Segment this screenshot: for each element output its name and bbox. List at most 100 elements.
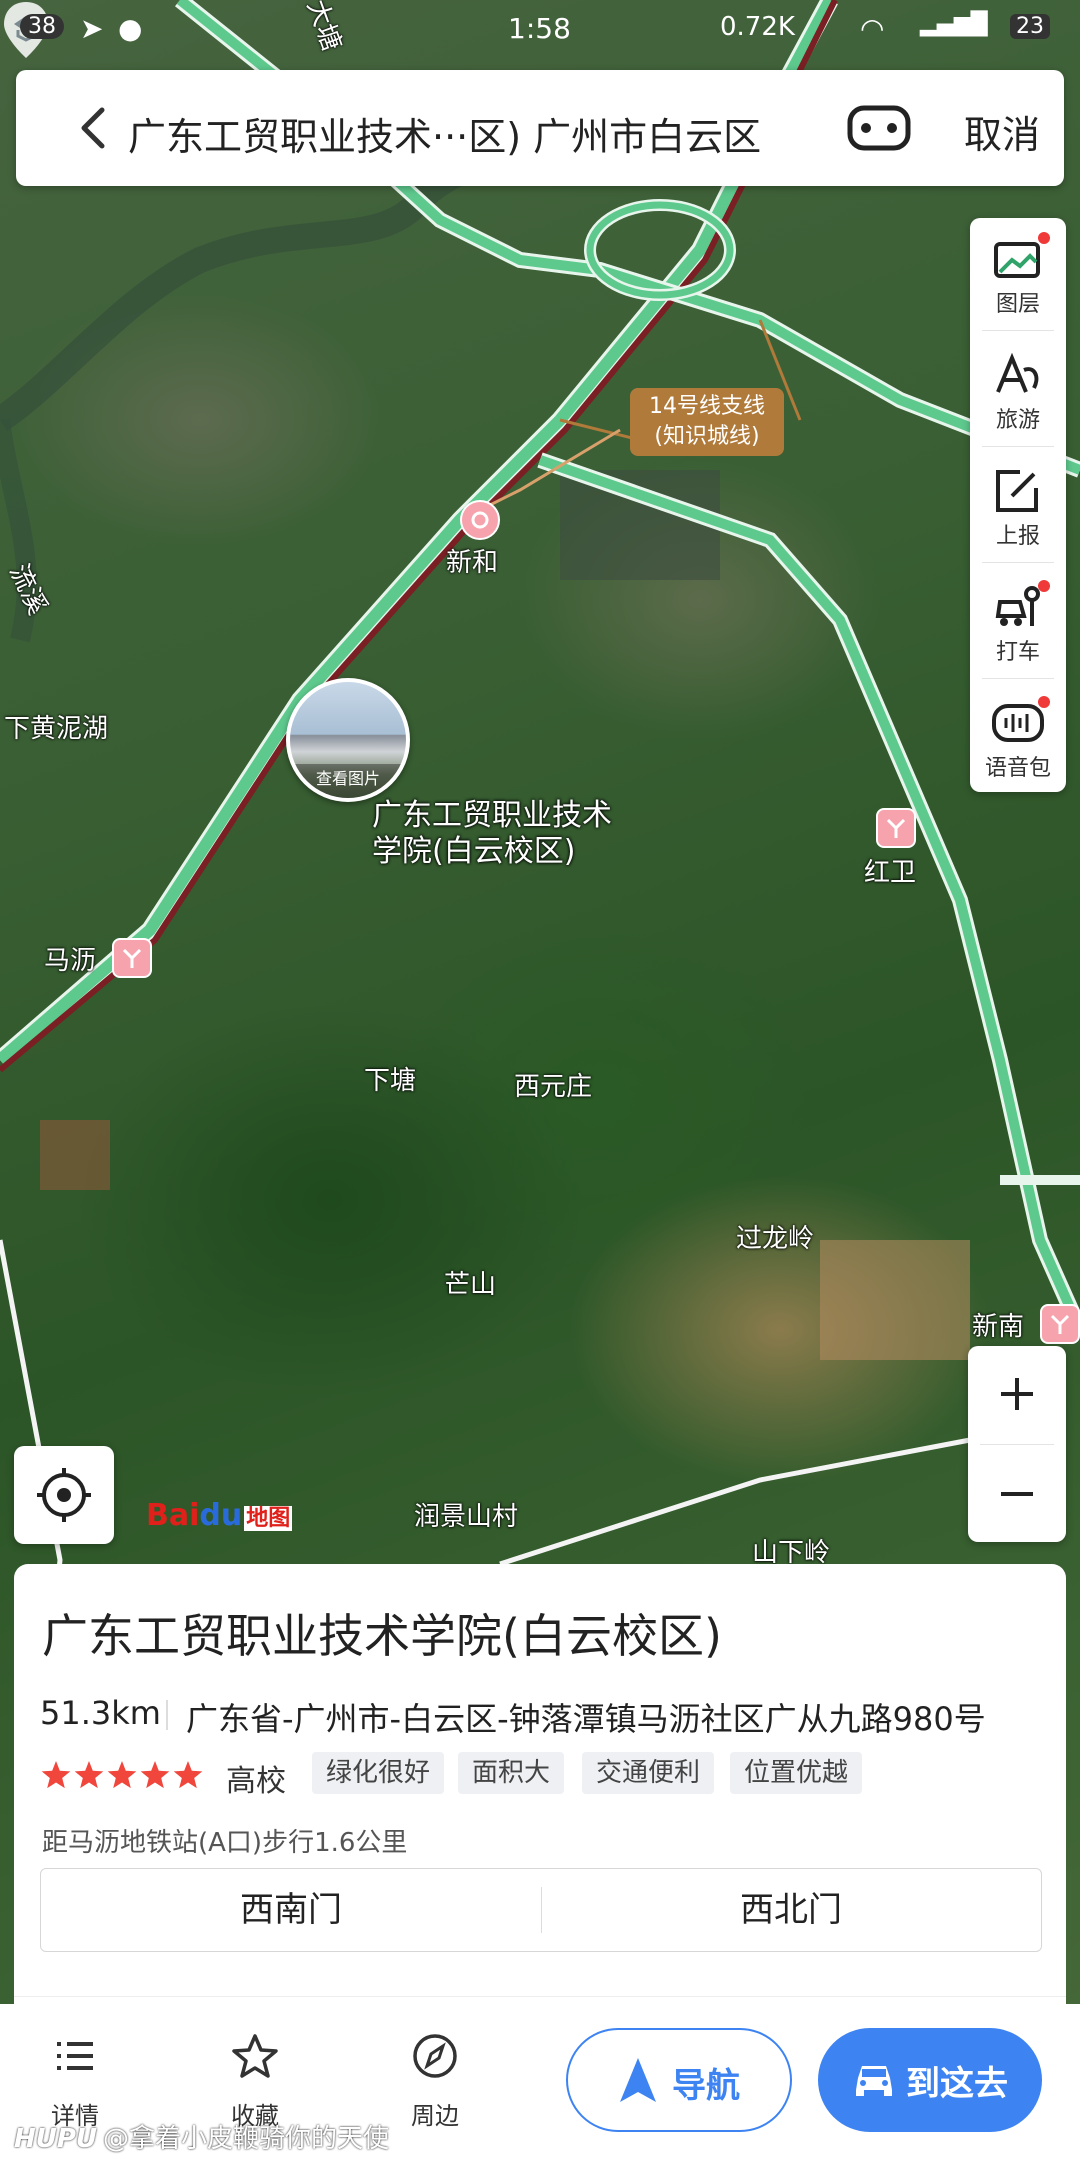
navigate-label: 导航 [672, 2066, 740, 2106]
search-query[interactable]: 广东工贸职业技术···区) 广州市白云区 [128, 106, 761, 161]
place-detail-card[interactable]: 广东工贸职业技术学院(白云校区) 51.3km 广东省-广州市-白云区-钟落潭镇… [14, 1564, 1066, 2004]
map-tools-panel: 图层 旅游 上报 打车 语音包 [970, 218, 1066, 792]
logo-text-bai: Bai [146, 1498, 200, 1533]
place-category: 高校 [226, 1764, 286, 1799]
info-divider [166, 1700, 168, 1730]
poi-map-label[interactable]: 广东工贸职业技术 学院(白云校区) [372, 798, 612, 870]
metro-station-xinnan-icon[interactable] [1040, 1304, 1080, 1344]
wifi-icon: ◠ [860, 12, 885, 45]
tool-layers[interactable]: 图层 [970, 218, 1066, 328]
report-icon [996, 470, 1038, 512]
map-label-xiahuangnihu: 下黄泥湖 [4, 714, 109, 744]
place-tag: 面积大 [458, 1752, 565, 1794]
watermark-brand: HUPU [14, 2124, 98, 2154]
poi-photo-bubble[interactable]: 查看图片 [286, 678, 410, 802]
zoom-in-icon[interactable] [968, 1346, 1066, 1442]
watermark-text: @拿着小皮鞭骑你的天使 [103, 2124, 390, 2154]
map-label-xinhe: 新和 [446, 548, 499, 578]
taxi-icon [995, 586, 1040, 626]
gate-selector: 西南门 西北门 [40, 1868, 1042, 1952]
place-address: 广东省-广州市-白云区-钟落潭镇马沥社区广从九路980号 [186, 1700, 986, 1738]
zoom-out-icon[interactable] [968, 1446, 1066, 1542]
metro-line-name: 14号线支线 [649, 394, 765, 419]
place-tag: 位置优越 [730, 1752, 863, 1794]
status-bar: 38 ➤ ● 1:58 0.72K ◠ ▂▄▆█ 23 [0, 0, 1080, 60]
navigate-button[interactable]: 导航 [566, 2028, 792, 2132]
place-distance: 51.3km [40, 1694, 161, 1732]
poi-photo: 查看图片 [290, 682, 406, 798]
tool-voice-pack-label: 语音包 [984, 756, 1051, 781]
view-photo-caption: 查看图片 [290, 764, 406, 798]
map-label-runjingshancun: 润景山村 [414, 1502, 519, 1532]
rating-star-icon [74, 1761, 104, 1789]
person-icon: ● [118, 12, 143, 45]
map-label-xiyuanzhuang: 西元庄 [514, 1072, 593, 1102]
favorite-button[interactable]: 收藏 [200, 2032, 310, 2132]
baidu-map-logo: Baidu 地图 [146, 1498, 293, 1533]
zoom-divider [980, 1444, 1054, 1445]
metro-line-subname: (知识城线) [654, 424, 760, 449]
taxi-notification-dot [1038, 580, 1050, 592]
poi-map-label-line1: 广东工贸职业技术 [372, 798, 612, 833]
gate-southwest-button[interactable]: 西南门 [41, 1869, 541, 1951]
logo-text-du: du [199, 1498, 243, 1533]
metro-station-mali-icon[interactable] [112, 938, 152, 978]
tool-voice-pack[interactable]: 语音包 [970, 682, 1066, 792]
map-label-xiatang: 下塘 [364, 1066, 417, 1096]
search-bar: 广东工贸职业技术···区) 广州市白云区 取消 [16, 70, 1064, 186]
poi-map-label-line2: 学院(白云校区) [372, 834, 576, 869]
tool-layers-label: 图层 [995, 292, 1040, 317]
network-speed: 0.72K [720, 12, 795, 42]
voice-pack-icon [992, 704, 1044, 742]
tool-report[interactable]: 上报 [970, 450, 1066, 560]
metro-line-tag[interactable]: 14号线支线 (知识城线) [630, 388, 784, 456]
metro-station-xinhe-icon[interactable] [460, 500, 500, 540]
layers-notification-dot [1038, 232, 1050, 244]
gate-northwest-button[interactable]: 西北门 [541, 1869, 1041, 1951]
tool-report-label: 上报 [995, 524, 1040, 549]
location-arrow-icon: ➤ [80, 12, 104, 45]
travel-icon [996, 352, 1039, 393]
card-divider [14, 1996, 1066, 1997]
logo-text-sub: 地图 [244, 1506, 293, 1531]
nearby-button[interactable]: 周边 [380, 2032, 490, 2132]
tool-divider [982, 446, 1054, 447]
tool-divider [982, 562, 1054, 563]
tool-travel-label: 旅游 [995, 408, 1040, 433]
watermark: HUPU @拿着小皮鞭骑你的天使 [14, 2118, 389, 2155]
navigation-arrow-icon [620, 2058, 656, 2102]
go-here-button[interactable]: 到这去 [818, 2028, 1042, 2132]
place-name: 广东工贸职业技术学院(白云校区) [42, 1609, 722, 1663]
signal-icon: ▂▄▆█ [920, 12, 988, 37]
list-icon [57, 2042, 93, 2070]
voice-pack-notification-dot [1038, 696, 1050, 708]
tool-divider [982, 330, 1054, 331]
battery-indicator: 23 [1010, 14, 1050, 39]
rating-star-icon [173, 1761, 203, 1789]
notification-count: 38 [20, 14, 64, 39]
compass-icon [413, 2034, 457, 2078]
layers-icon [994, 242, 1040, 278]
clock: 1:58 [508, 12, 571, 45]
metro-station-hongwei-icon[interactable] [876, 808, 916, 848]
rating-star-icon [107, 1761, 137, 1789]
tool-taxi-label: 打车 [995, 640, 1040, 665]
details-button[interactable]: 详情 [20, 2032, 130, 2132]
rating-stars [41, 1761, 203, 1789]
go-here-label: 到这去 [906, 2064, 1008, 2104]
nearby-label: 周边 [411, 2102, 459, 2130]
crosshair-icon [37, 1468, 91, 1522]
tool-taxi[interactable]: 打车 [970, 566, 1066, 676]
rating-star-icon [140, 1761, 170, 1789]
place-tag: 交通便利 [582, 1752, 715, 1794]
car-icon [856, 2066, 892, 2096]
map-label-mangshan: 芒山 [444, 1270, 497, 1300]
back-arrow-icon[interactable] [66, 100, 122, 156]
map-label-xinnan: 新南 [972, 1312, 1025, 1342]
car-mode-icon[interactable] [846, 100, 912, 156]
transit-info: 距马沥地铁站(A口)步行1.6公里 [42, 1828, 408, 1858]
locate-me-button[interactable] [14, 1446, 114, 1544]
tool-divider [982, 678, 1054, 679]
cancel-button[interactable]: 取消 [964, 104, 1040, 159]
tool-travel[interactable]: 旅游 [970, 334, 1066, 444]
